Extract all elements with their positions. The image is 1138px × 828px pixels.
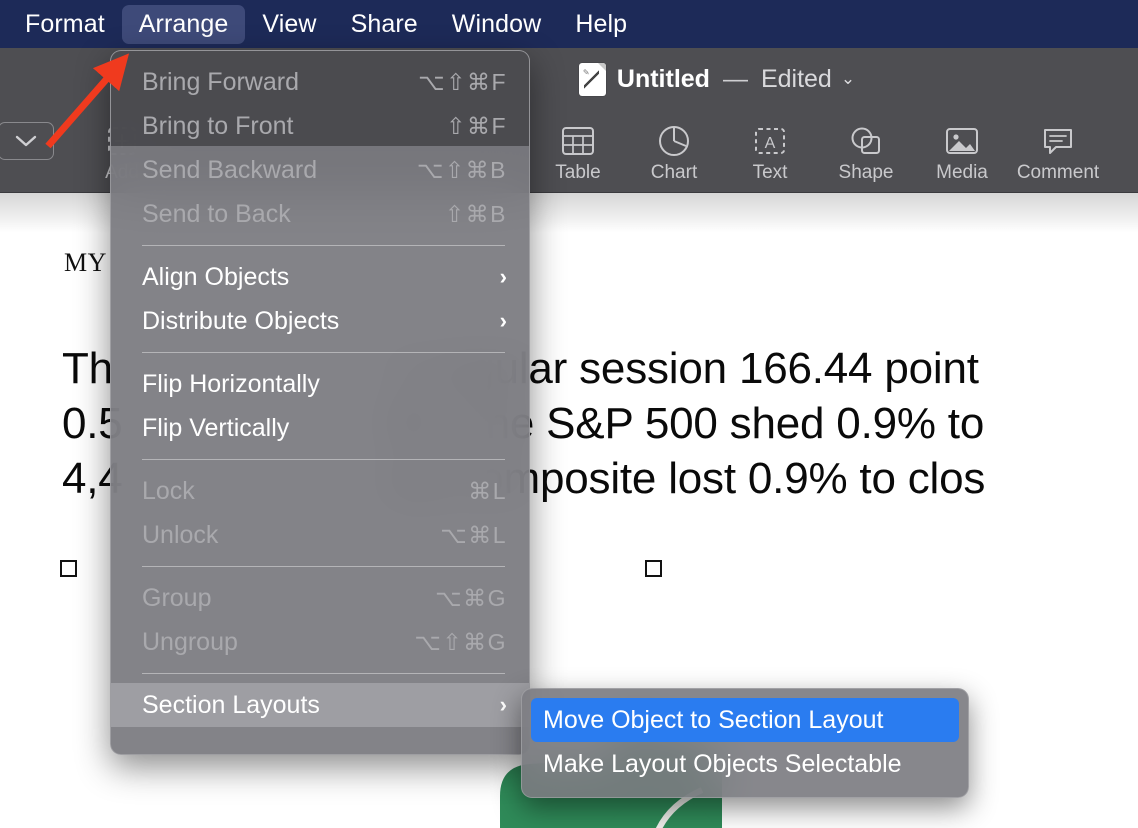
menu-separator [142,459,505,460]
menubar-item-format[interactable]: Format [8,5,122,44]
menu-item-flip-vertically[interactable]: Flip Vertically [111,406,529,450]
arrange-dropdown-menu: Bring Forward ⌥⇧⌘F Bring to Front ⇧⌘F Se… [110,50,530,755]
media-image-icon [944,117,980,165]
toolbar-insert-group: Table Chart A Text Shape Media Comment [530,110,1106,184]
menu-item-label: Send Backward [142,155,318,184]
menu-item-group[interactable]: Group ⌥⌘G [111,576,529,620]
text-box-icon: A [752,117,788,165]
menu-separator [142,352,505,353]
menu-item-shortcut: ⌥⇧⌘B [416,156,507,183]
insert-shape-button[interactable]: Shape [818,110,914,184]
menu-item-shortcut: ⌥⌘L [440,521,507,548]
menu-item-label: Align Objects [142,262,290,291]
red-pointer-arrow [45,53,130,149]
title-separator: — [722,64,748,93]
menu-item-label: Group [142,583,212,612]
document-kicker-text: MY [64,248,107,277]
submenu-item-make-layout-objects-selectable[interactable]: Make Layout Objects Selectable [531,742,959,786]
insert-shape-label: Shape [838,162,894,183]
menubar-item-view[interactable]: View [245,5,333,44]
table-icon [560,117,596,165]
menu-item-flip-horizontally[interactable]: Flip Horizontally [111,362,529,406]
menu-item-send-backward[interactable]: Send Backward ⌥⇧⌘B [111,148,529,192]
selection-handle-left[interactable] [60,560,77,577]
menu-item-bring-to-front[interactable]: Bring to Front ⇧⌘F [111,104,529,148]
menu-item-label: Flip Vertically [142,413,290,442]
menu-item-shortcut: ⌥⇧⌘G [414,628,507,655]
chart-pie-icon [656,117,692,165]
insert-table-button[interactable]: Table [530,110,626,184]
menu-item-label: Send to Back [142,199,291,228]
menu-item-label: Ungroup [142,627,238,656]
insert-media-button[interactable]: Media [914,110,1010,184]
insert-comment-button[interactable]: Comment [1010,110,1106,184]
menu-separator [142,566,505,567]
menu-item-shortcut: ⌥⌘G [435,584,507,611]
section-layouts-submenu: Move Object to Section Layout Make Layou… [521,688,969,798]
menu-item-distribute-objects[interactable]: Distribute Objects › [111,299,529,343]
menu-item-shortcut: ⇧⌘B [444,200,507,227]
menu-item-shortcut: ⇧⌘F [446,112,507,139]
submenu-item-move-object-to-section-layout[interactable]: Move Object to Section Layout [531,698,959,742]
menubar-item-arrange[interactable]: Arrange [121,4,246,44]
document-pages-icon: ✎ [578,62,606,96]
document-status: Edited [760,64,832,93]
insert-text-button[interactable]: A Text [722,110,818,184]
menu-item-bring-forward[interactable]: Bring Forward ⌥⇧⌘F [111,60,529,104]
menu-item-label: Bring to Front [142,111,294,140]
menu-item-align-objects[interactable]: Align Objects › [111,255,529,299]
submenu-item-label: Make Layout Objects Selectable [543,749,902,778]
chevron-right-icon: › [499,692,507,717]
shape-icon [848,117,884,165]
menu-item-label: Bring Forward [142,67,299,96]
menu-item-lock[interactable]: Lock ⌘L [111,469,529,513]
svg-text:A: A [765,135,776,152]
menu-item-label: Unlock [142,520,219,549]
submenu-item-label: Move Object to Section Layout [543,705,884,734]
menu-item-label: Distribute Objects [142,306,340,335]
insert-media-label: Media [936,162,988,183]
menu-item-ungroup[interactable]: Ungroup ⌥⇧⌘G [111,620,529,664]
menu-item-unlock[interactable]: Unlock ⌥⌘L [111,513,529,557]
chevron-right-icon: › [499,308,507,333]
selection-handle-right[interactable] [645,560,662,577]
chevron-down-icon[interactable]: ⌄ [841,69,855,89]
menu-item-shortcut: ⌥⇧⌘F [418,68,507,95]
menu-separator [142,673,505,674]
menu-item-send-to-back[interactable]: Send to Back ⇧⌘B [111,192,529,236]
menu-item-shortcut: ⌘L [468,477,507,504]
insert-table-label: Table [555,162,601,183]
menu-separator [142,245,505,246]
menubar-item-help[interactable]: Help [558,5,644,44]
insert-chart-button[interactable]: Chart [626,110,722,184]
menubar-item-share[interactable]: Share [334,5,435,44]
comment-icon [1040,117,1076,165]
chevron-right-icon: › [499,264,507,289]
insert-comment-label: Comment [1016,162,1100,183]
menu-item-label: Flip Horizontally [142,369,320,398]
insert-text-label: Text [752,162,788,183]
menu-item-label: Lock [142,476,195,505]
menu-bar: Format Arrange View Share Window Help [0,0,1138,48]
menubar-item-window[interactable]: Window [435,5,559,44]
page-title: Untitled [616,64,710,93]
insert-chart-label: Chart [650,162,698,183]
menu-item-section-layouts[interactable]: Section Layouts › [111,683,529,727]
menu-item-label: Section Layouts [142,690,320,719]
